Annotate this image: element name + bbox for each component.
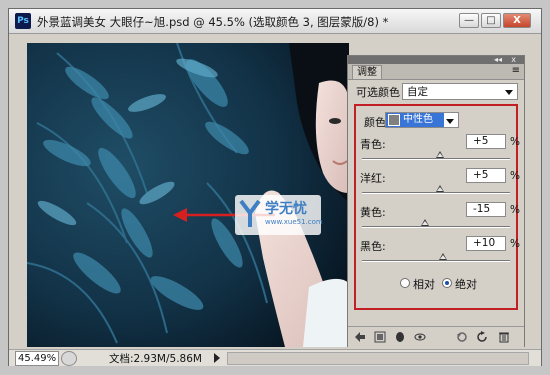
document-size-info: 文档:2.93M/5.86M — [109, 353, 202, 365]
watermark-logo-icon: 学无忧 www.xue51.com — [235, 195, 323, 235]
collapse-panel-icon[interactable]: ◂◂ — [494, 55, 502, 64]
panel-title-strip[interactable]: ◂◂ x — [348, 55, 524, 64]
colors-dropdown-selection: 中性色 — [386, 113, 444, 127]
colors-value: 中性色 — [403, 114, 433, 125]
cyan-slider-thumb[interactable] — [435, 151, 444, 158]
magenta-percent-unit: % — [510, 170, 520, 182]
image-canvas[interactable]: 学无忧 www.xue51.com — [27, 43, 349, 347]
close-panel-icon[interactable]: x — [511, 55, 516, 64]
adjustments-panel: ◂◂ x 调整 ≡ 可选颜色 自定 颜色: 中性色 青色: +5 % 洋红: +… — [347, 55, 525, 347]
zoom-level-field[interactable]: 45.49% — [15, 351, 59, 366]
cyan-label: 青色: — [360, 138, 386, 151]
absolute-label: 绝对 — [455, 278, 477, 291]
black-label: 黑色: — [360, 240, 386, 253]
status-menu-arrow-icon[interactable] — [214, 353, 220, 363]
cyan-slider-track[interactable] — [362, 158, 510, 160]
horizontal-scrollbar[interactable] — [227, 352, 529, 365]
relative-label: 相对 — [413, 278, 435, 291]
panel-footer — [348, 326, 524, 347]
panel-menu-icon[interactable]: ≡ — [512, 65, 520, 76]
photoshop-logo-icon: Ps — [15, 13, 31, 29]
clip-to-layer-icon[interactable] — [394, 331, 406, 343]
absolute-radio[interactable] — [442, 278, 452, 288]
maximize-button[interactable]: □ — [481, 13, 501, 28]
cyan-value-field[interactable]: +5 — [466, 134, 506, 149]
watermark-y-icon — [239, 199, 261, 229]
yellow-slider-thumb[interactable] — [420, 219, 429, 226]
adjustment-type-label: 可选颜色 — [356, 86, 400, 99]
preset-value: 自定 — [407, 86, 428, 98]
yellow-percent-unit: % — [510, 204, 520, 216]
colors-dropdown[interactable]: 中性色 — [385, 112, 459, 128]
cyan-percent-unit: % — [510, 136, 520, 148]
document-window: Ps 外景蓝调美女 大眼仔~旭.psd @ 45.5% (选取颜色 3, 图层蒙… — [8, 8, 542, 366]
status-bar: 45.49% 文档:2.93M/5.86M — [9, 349, 541, 366]
magenta-slider-track[interactable] — [362, 192, 510, 194]
close-button[interactable]: X — [503, 13, 531, 28]
trash-icon[interactable] — [498, 331, 510, 343]
yellow-label: 黄色: — [360, 206, 386, 219]
magenta-slider-thumb[interactable] — [435, 185, 444, 192]
minimize-button[interactable]: — — [459, 13, 479, 28]
black-slider-thumb[interactable] — [439, 253, 448, 260]
black-value-field[interactable]: +10 — [466, 236, 506, 251]
title-bar[interactable]: Ps 外景蓝调美女 大眼仔~旭.psd @ 45.5% (选取颜色 3, 图层蒙… — [9, 9, 541, 34]
watermark-url: www.xue51.com — [265, 218, 323, 226]
magenta-label: 洋红: — [360, 172, 386, 185]
black-percent-unit: % — [510, 238, 520, 250]
window-title: 外景蓝调美女 大眼仔~旭.psd @ 45.5% (选取颜色 3, 图层蒙版/8… — [37, 15, 389, 29]
return-to-list-icon[interactable] — [354, 331, 366, 343]
visibility-eye-icon[interactable] — [414, 331, 426, 343]
yellow-value-field[interactable]: -15 — [466, 202, 506, 217]
neutral-color-swatch-icon — [388, 114, 400, 126]
black-slider-track[interactable] — [362, 260, 510, 262]
highlight-box: 颜色: 中性色 青色: +5 % 洋红: +5 % 黄色: -15 % 黑色: … — [354, 104, 520, 310]
expand-view-icon[interactable] — [374, 331, 386, 343]
chevron-down-icon — [446, 119, 454, 124]
tab-adjustments[interactable]: 调整 — [352, 65, 382, 79]
previous-state-icon[interactable] — [456, 331, 468, 343]
panel-tab-bar: 调整 ≡ — [348, 64, 524, 80]
reset-icon[interactable] — [476, 331, 488, 343]
magenta-value-field[interactable]: +5 — [466, 168, 506, 183]
yellow-slider-track[interactable] — [362, 226, 510, 228]
watermark-text: 学无忧 — [265, 201, 307, 217]
relative-radio[interactable] — [400, 278, 410, 288]
chevron-down-icon — [505, 90, 513, 95]
status-info-icon[interactable] — [61, 351, 77, 366]
preset-dropdown[interactable]: 自定 — [402, 83, 518, 100]
